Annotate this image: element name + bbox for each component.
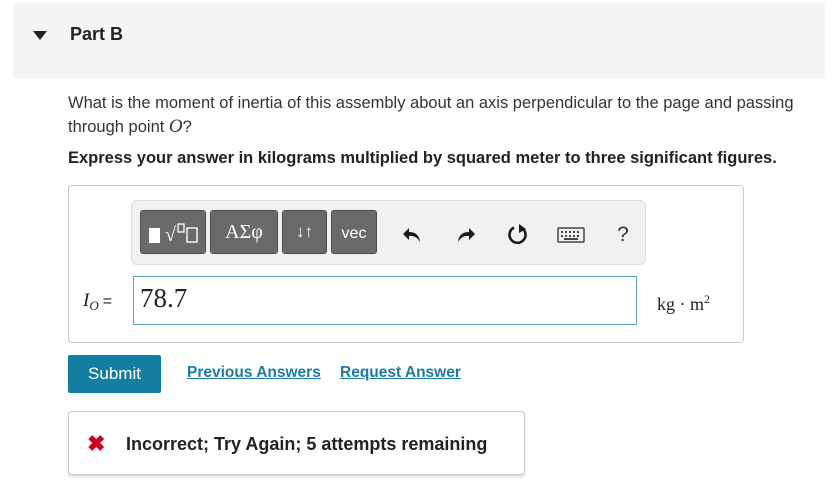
question-text-after: ? <box>182 118 192 136</box>
greek-symbols-button[interactable]: ΑΣφ <box>210 210 278 254</box>
question-text: What is the moment of inertia of this as… <box>68 92 808 139</box>
units-exponent: 2 <box>704 292 710 306</box>
variable-subscript: O <box>89 298 99 313</box>
units-label: kg · m2 <box>657 292 710 315</box>
templates-icon: √ <box>149 223 198 246</box>
answer-input[interactable]: 78.7 <box>133 276 637 325</box>
answer-box: √ ΑΣφ ↓↑ vec ? IO = 78.7 kg · m2 <box>68 185 744 343</box>
svg-text:√: √ <box>165 224 176 246</box>
feedback-text: Incorrect; Try Again; 5 attempts remaini… <box>126 434 488 454</box>
caret-down-icon[interactable] <box>33 31 47 40</box>
vector-button[interactable]: vec <box>331 210 377 254</box>
templates-button[interactable]: √ <box>140 210 206 254</box>
vector-label: vec <box>341 225 367 242</box>
answer-variable-label: IO = <box>83 290 112 314</box>
help-label: ? <box>617 223 629 246</box>
math-toolbar: √ ΑΣφ ↓↑ vec ? <box>131 200 646 265</box>
feedback-box: ✖ Incorrect; Try Again; 5 attempts remai… <box>68 411 525 475</box>
keyboard-icon[interactable] <box>556 221 586 249</box>
question-point: O <box>168 116 183 137</box>
arrows-button[interactable]: ↓↑ <box>282 210 327 254</box>
part-title: Part B <box>70 24 124 44</box>
instruction-text: Express your answer in kilograms multipl… <box>68 149 777 167</box>
x-icon: ✖ <box>87 431 106 456</box>
arrows-label: ↓↑ <box>296 222 313 241</box>
greek-symbols-label: ΑΣφ <box>225 220 263 243</box>
part-header[interactable]: Part B <box>13 3 825 78</box>
redo-icon[interactable] <box>452 221 480 249</box>
reset-icon[interactable] <box>504 221 532 249</box>
help-button[interactable]: ? <box>609 221 637 249</box>
units-base: kg · m <box>657 294 704 314</box>
undo-icon[interactable] <box>398 221 426 249</box>
submit-button[interactable]: Submit <box>68 355 161 393</box>
request-answer-link[interactable]: Request Answer <box>340 364 461 382</box>
previous-answers-link[interactable]: Previous Answers <box>187 364 321 382</box>
equals-sign: = <box>102 293 113 310</box>
